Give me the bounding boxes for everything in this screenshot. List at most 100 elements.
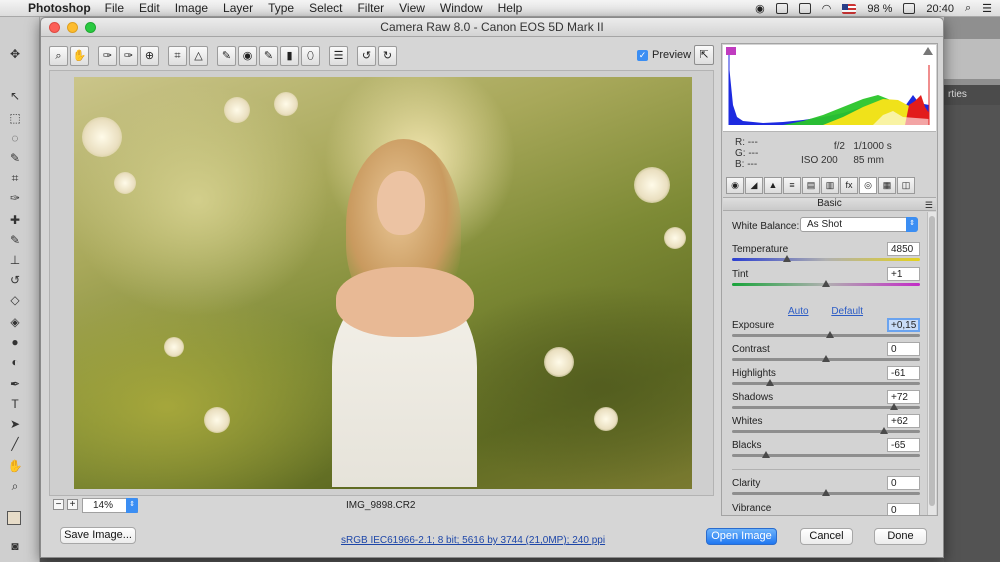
shadow-clipping-warning-icon[interactable] — [726, 47, 736, 55]
shadows-value[interactable]: +72 — [887, 390, 920, 404]
zoom-stepper-icon[interactable]: ⇕ — [126, 498, 138, 513]
ps-marquee-icon[interactable]: ⬚ — [7, 111, 23, 125]
save-image-button[interactable]: Save Image... — [60, 527, 136, 544]
preview-checkbox[interactable]: ✓ — [637, 49, 648, 61]
targeted-adjustment-tool-icon[interactable]: ⊕ — [140, 46, 159, 66]
ps-type-icon[interactable]: T — [7, 397, 23, 411]
highlights-track[interactable] — [732, 382, 920, 385]
battery-icon[interactable] — [903, 3, 916, 14]
detail-tab-icon[interactable]: ▲ — [764, 176, 782, 194]
menu-view[interactable]: View — [399, 1, 425, 15]
ps-pen-icon[interactable]: ✒ — [7, 377, 23, 391]
ps-foreground-color-swatch[interactable] — [7, 511, 21, 525]
panel-scrollbar[interactable] — [927, 212, 936, 515]
ps-stamp-icon[interactable]: ⊥ — [7, 253, 23, 267]
menu-file[interactable]: File — [105, 1, 124, 15]
ps-zoom-icon[interactable]: ⌕ — [7, 479, 23, 493]
fullscreen-toggle-icon[interactable]: ⇱ — [694, 45, 714, 65]
temperature-knob[interactable] — [782, 255, 791, 262]
straighten-tool-icon[interactable]: △ — [189, 46, 208, 66]
cancel-button[interactable]: Cancel — [800, 528, 853, 545]
blacks-slider[interactable]: Blacks -65 — [732, 438, 920, 464]
clarity-knob[interactable] — [822, 489, 830, 496]
panel-scroll-thumb[interactable] — [929, 216, 935, 506]
tint-slider[interactable]: Tint +1 — [732, 267, 920, 293]
vibrance-value[interactable]: 0 — [887, 503, 920, 515]
open-image-button[interactable]: Open Image — [706, 528, 777, 545]
clock[interactable]: 20:40 — [926, 3, 954, 15]
blacks-value[interactable]: -65 — [887, 438, 920, 452]
ps-path-select-icon[interactable]: ➤ — [7, 417, 23, 431]
ps-quick-mask-icon[interactable]: ◙ — [7, 539, 23, 553]
contrast-slider[interactable]: Contrast 0 — [732, 342, 920, 368]
white-balance-select[interactable]: As Shot ⇕ — [800, 217, 918, 232]
ps-line-icon[interactable]: ╱ — [7, 437, 23, 451]
temperature-track[interactable] — [732, 258, 920, 261]
crop-tool-icon[interactable]: ⌗ — [168, 46, 187, 66]
white-balance-stepper-icon[interactable]: ⇕ — [906, 217, 918, 232]
shadows-knob[interactable] — [889, 403, 898, 410]
contrast-value[interactable]: 0 — [887, 342, 920, 356]
basic-tab-icon[interactable]: ◉ — [726, 176, 744, 194]
tint-knob[interactable] — [822, 280, 830, 287]
contrast-knob[interactable] — [822, 355, 830, 362]
red-eye-tool-icon[interactable]: ◉ — [238, 46, 257, 66]
exposure-value[interactable]: +0,15 — [887, 318, 920, 332]
highlights-slider[interactable]: Highlights -61 — [732, 366, 920, 392]
split-toning-tab-icon[interactable]: ▤ — [802, 176, 820, 194]
zoom-window-button[interactable] — [85, 22, 96, 33]
camera-calibration-tab-icon[interactable]: ◎ — [859, 176, 877, 194]
menu-filter[interactable]: Filter — [357, 1, 384, 15]
zoom-in-button[interactable]: + — [67, 499, 78, 510]
preview-toggle[interactable]: ✓ Preview — [637, 49, 691, 61]
ps-eyedropper-icon[interactable]: ✑ — [7, 191, 23, 205]
ps-healing-icon[interactable]: ✚ — [7, 213, 23, 227]
ps-move-tool-icon[interactable]: ✥ — [7, 47, 23, 61]
ps-lasso-icon[interactable]: ◌ — [7, 131, 23, 145]
whites-knob[interactable] — [880, 427, 889, 434]
rotate-ccw-icon[interactable]: ↺ — [357, 46, 376, 66]
whites-slider[interactable]: Whites +62 — [732, 414, 920, 440]
clarity-value[interactable]: 0 — [887, 476, 920, 490]
white-balance-tool-icon[interactable]: ✑ — [98, 46, 117, 66]
blacks-knob[interactable] — [761, 451, 770, 458]
effects-tab-icon[interactable]: fx — [840, 176, 858, 194]
menu-help[interactable]: Help — [498, 1, 523, 15]
color-sampler-tool-icon[interactable]: ✑ — [119, 46, 138, 66]
photo-preview[interactable] — [74, 77, 692, 489]
temperature-slider[interactable]: Temperature 4850 — [732, 242, 920, 268]
record-icon[interactable]: ◉ — [755, 2, 765, 15]
close-window-button[interactable] — [49, 22, 60, 33]
preferences-icon[interactable]: ☰ — [329, 46, 348, 66]
presets-tab-icon[interactable]: ▦ — [878, 176, 896, 194]
zoom-level-select[interactable]: 14% ⇕ — [82, 498, 138, 513]
spot-removal-tool-icon[interactable]: ✎ — [217, 46, 236, 66]
ps-history-brush-icon[interactable]: ↺ — [7, 273, 23, 287]
workflow-options-link[interactable]: sRGB IEC61966-2.1; 8 bit; 5616 by 3744 (… — [341, 535, 605, 546]
tone-curve-tab-icon[interactable]: ◢ — [745, 176, 763, 194]
ps-hand-icon[interactable]: ✋ — [7, 459, 23, 473]
menu-window[interactable]: Window — [440, 1, 483, 15]
exposure-slider[interactable]: Exposure +0,15 — [732, 318, 920, 344]
exposure-knob[interactable] — [825, 331, 834, 338]
auto-link[interactable]: Auto — [788, 306, 809, 317]
battery-text[interactable]: 98 % — [867, 3, 892, 15]
menu-app-name[interactable]: Photoshop — [28, 1, 91, 15]
menu-image[interactable]: Image — [175, 1, 208, 15]
temperature-value[interactable]: 4850 — [887, 242, 920, 256]
tint-value[interactable]: +1 — [887, 267, 920, 281]
default-link[interactable]: Default — [831, 306, 863, 317]
whites-track[interactable] — [732, 430, 920, 433]
ps-bucket-icon[interactable]: ◈ — [7, 315, 23, 329]
radial-filter-tool-icon[interactable]: ⬯ — [301, 46, 320, 66]
zoom-out-button[interactable]: − — [53, 499, 64, 510]
snapshots-tab-icon[interactable]: ◫ — [897, 176, 915, 194]
menu-select[interactable]: Select — [309, 1, 342, 15]
ps-blur-icon[interactable]: ● — [7, 335, 23, 349]
zoom-tool-icon[interactable]: ⌕ — [49, 46, 68, 66]
input-source-flag-icon[interactable] — [842, 3, 857, 14]
wifi-icon[interactable]: ◠ — [822, 2, 832, 15]
sync-icon[interactable] — [798, 3, 811, 14]
notifications-icon[interactable]: ☰ — [982, 2, 992, 15]
ps-move-icon[interactable]: ↖ — [7, 89, 23, 103]
